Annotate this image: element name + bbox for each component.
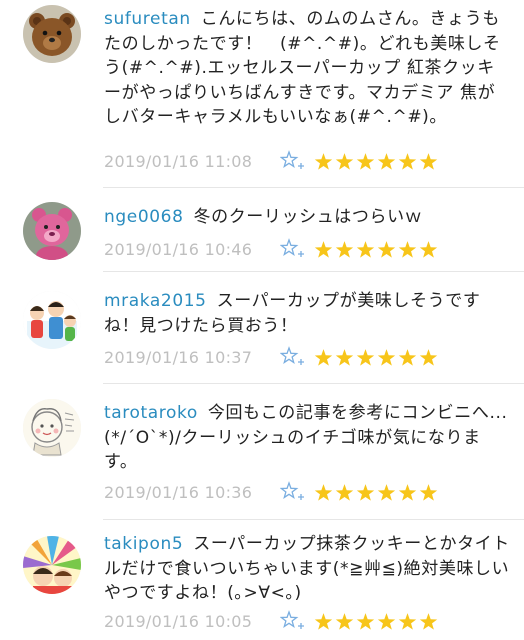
- rating-star-icon: [335, 483, 354, 501]
- rating-star-icon: [377, 152, 396, 170]
- add-favorite-star-icon[interactable]: [280, 150, 306, 172]
- comment-body: takipon5 スーパーカップ抹茶クッキーとかタイトルだけで食いついちゃいます(…: [104, 532, 510, 606]
- star-rating: [314, 612, 440, 631]
- comment-message: 冬のクーリッシュはつらいｗ: [193, 207, 423, 227]
- add-favorite-star-icon[interactable]: [280, 238, 306, 260]
- pink-bear-icon[interactable]: [23, 202, 81, 260]
- comment-meta: 2019/01/16 10:05: [104, 610, 440, 632]
- username[interactable]: sufuretan: [104, 9, 191, 29]
- star-rating: [314, 348, 440, 367]
- username[interactable]: takipon5: [104, 534, 183, 554]
- rating-star-icon: [356, 240, 375, 258]
- comment-meta: 2019/01/16 10:46: [104, 238, 440, 260]
- rating-star-icon: [356, 483, 375, 501]
- rating-star-icon: [398, 240, 417, 258]
- comment-text: tarotaroko 今回もこの記事を参考にコンビニへ...(*/´O`*)/クー…: [104, 401, 510, 475]
- rating-star-icon: [419, 612, 438, 630]
- rating-star-icon: [335, 152, 354, 170]
- family-illustration-icon[interactable]: [23, 291, 81, 349]
- rating-star-icon: [398, 612, 417, 630]
- rating-star-icon: [377, 612, 396, 630]
- comment-meta: 2019/01/16 10:37: [104, 346, 440, 368]
- timestamp: 2019/01/16 10:36: [104, 482, 253, 502]
- rating-star-icon: [419, 152, 438, 170]
- comment-item: mraka2015 スーパーカップが美味しそうですね！見つけたら買おう！ 2019…: [0, 272, 524, 384]
- rating-star-icon: [377, 348, 396, 366]
- star-rating: [314, 152, 440, 171]
- rating-star-icon: [335, 240, 354, 258]
- rating-star-icon: [377, 240, 396, 258]
- comment-item: takipon5 スーパーカップ抹茶クッキーとかタイトルだけで食いついちゃいます(…: [0, 520, 524, 640]
- rating-star-icon: [356, 612, 375, 630]
- comment-text: mraka2015 スーパーカップが美味しそうですね！見つけたら買おう！: [104, 289, 510, 338]
- star-rating: [314, 483, 440, 502]
- timestamp: 2019/01/16 10:05: [104, 611, 253, 631]
- comment-list: sufuretan こんにちは、のムのムさん。きょうもたのしかったです！ (#^.…: [0, 0, 524, 640]
- username[interactable]: tarotaroko: [104, 403, 198, 423]
- add-favorite-star-icon[interactable]: [280, 610, 306, 632]
- rating-star-icon: [356, 348, 375, 366]
- rating-star-icon: [377, 483, 396, 501]
- rating-star-icon: [356, 152, 375, 170]
- timestamp: 2019/01/16 10:46: [104, 239, 253, 259]
- rating-star-icon: [419, 483, 438, 501]
- comment-body: nge0068 冬のクーリッシュはつらいｗ: [104, 205, 510, 230]
- comment-text: nge0068 冬のクーリッシュはつらいｗ: [104, 205, 510, 230]
- rating-star-icon: [398, 152, 417, 170]
- comment-meta: 2019/01/16 11:08: [104, 150, 440, 172]
- rating-star-icon: [419, 348, 438, 366]
- rating-star-icon: [335, 348, 354, 366]
- child-drawing-icon[interactable]: [23, 399, 81, 457]
- timestamp: 2019/01/16 10:37: [104, 347, 253, 367]
- rating-star-icon: [314, 612, 333, 630]
- comment-meta: 2019/01/16 10:36: [104, 481, 440, 503]
- rating-star-icon: [398, 483, 417, 501]
- comment-item: nge0068 冬のクーリッシュはつらいｗ 2019/01/16 10:46: [0, 188, 524, 272]
- add-favorite-star-icon[interactable]: [280, 346, 306, 368]
- comment-body: mraka2015 スーパーカップが美味しそうですね！見つけたら買おう！: [104, 289, 510, 338]
- rating-star-icon: [314, 483, 333, 501]
- username[interactable]: nge0068: [104, 207, 184, 227]
- colorful-illustration-icon[interactable]: [23, 536, 81, 594]
- comment-text: takipon5 スーパーカップ抹茶クッキーとかタイトルだけで食いついちゃいます(…: [104, 532, 510, 606]
- rating-star-icon: [314, 240, 333, 258]
- rating-star-icon: [314, 348, 333, 366]
- rating-star-icon: [419, 240, 438, 258]
- add-favorite-star-icon[interactable]: [280, 481, 306, 503]
- teddy-bear-icon[interactable]: [23, 5, 81, 63]
- star-rating: [314, 240, 440, 259]
- comment-body: sufuretan こんにちは、のムのムさん。きょうもたのしかったです！ (#^.…: [104, 7, 510, 130]
- comment-text: sufuretan こんにちは、のムのムさん。きょうもたのしかったです！ (#^.…: [104, 7, 510, 130]
- comment-item: tarotaroko 今回もこの記事を参考にコンビニへ...(*/´O`*)/クー…: [0, 384, 524, 520]
- username[interactable]: mraka2015: [104, 291, 207, 311]
- comment-item: sufuretan こんにちは、のムのムさん。きょうもたのしかったです！ (#^.…: [0, 0, 524, 188]
- rating-star-icon: [314, 152, 333, 170]
- rating-star-icon: [398, 348, 417, 366]
- rating-star-icon: [335, 612, 354, 630]
- comment-body: tarotaroko 今回もこの記事を参考にコンビニへ...(*/´O`*)/クー…: [104, 401, 510, 475]
- timestamp: 2019/01/16 11:08: [104, 151, 253, 171]
